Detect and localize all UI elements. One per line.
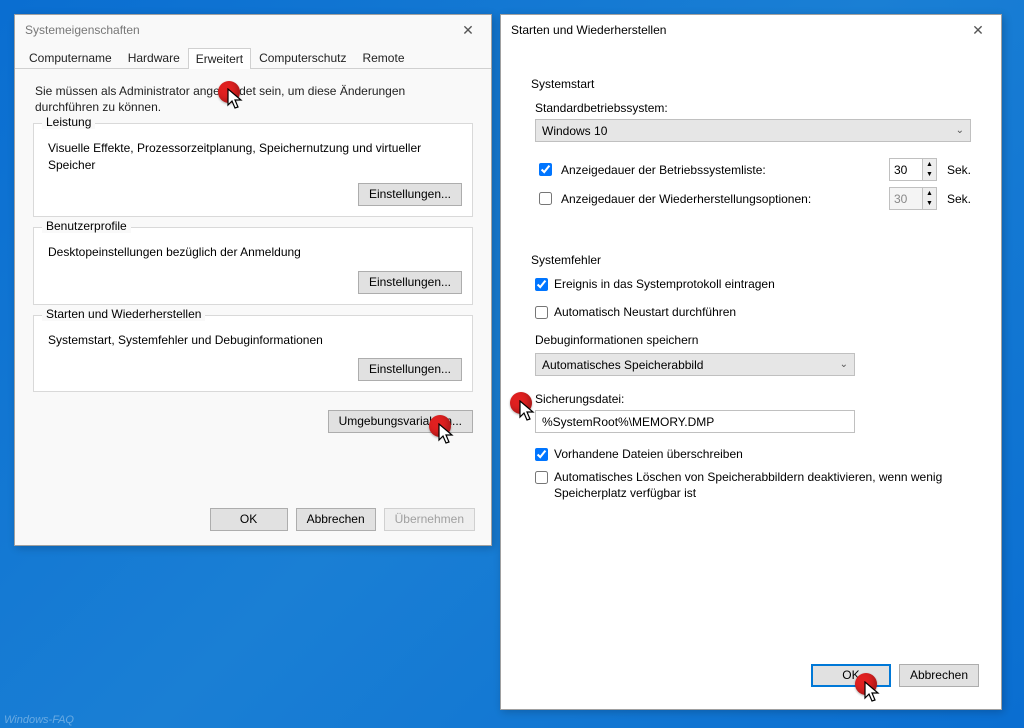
auto-delete-row[interactable]: Automatisches Löschen von Speicherabbild… — [535, 469, 971, 501]
spin-up-icon[interactable]: ▲ — [923, 159, 936, 170]
admin-note: Sie müssen als Administrator angemeldet … — [35, 83, 471, 115]
window-title: Starten und Wiederherstellen — [511, 23, 961, 37]
section-systemstart: Systemstart — [531, 77, 971, 91]
ok-button[interactable]: OK — [210, 508, 288, 531]
show-os-list-row[interactable]: Anzeigedauer der Betriebssystemliste: — [535, 160, 879, 179]
recovery-seconds-input — [890, 188, 922, 209]
seconds-label: Sek. — [947, 192, 971, 206]
auto-restart-label: Automatisch Neustart durchführen — [554, 305, 736, 319]
settings-button-starten[interactable]: Einstellungen... — [358, 358, 462, 381]
group-desc: Desktopeinstellungen bezüglich der Anmel… — [48, 244, 458, 261]
tab-erweitert[interactable]: Erweitert — [188, 48, 251, 69]
window-title: Systemeigenschaften — [25, 23, 451, 37]
apply-button: Übernehmen — [384, 508, 475, 531]
system-properties-window: Systemeigenschaften ✕ Computername Hardw… — [14, 14, 492, 546]
chevron-down-icon: ⌄ — [840, 359, 848, 370]
tabs: Computername Hardware Erweitert Computer… — [15, 45, 491, 69]
show-recovery-checkbox[interactable] — [539, 192, 552, 205]
cursor-icon — [864, 681, 882, 705]
group-label: Starten und Wiederherstellen — [42, 307, 205, 321]
auto-delete-checkbox[interactable] — [535, 471, 548, 484]
group-leistung: Leistung Visuelle Effekte, Prozessorzeit… — [33, 123, 473, 216]
cancel-button[interactable]: Abbrechen — [899, 664, 979, 687]
group-benutzerprofile: Benutzerprofile Desktopeinstellungen bez… — [33, 227, 473, 305]
tab-remote[interactable]: Remote — [354, 47, 412, 68]
close-icon[interactable]: ✕ — [961, 19, 995, 41]
dropdown-value: Windows 10 — [542, 124, 607, 138]
show-recovery-label: Anzeigedauer der Wiederherstellungsoptio… — [561, 192, 811, 206]
cursor-icon — [227, 88, 245, 112]
tab-panel-erweitert: Sie müssen als Administrator angemeldet … — [15, 69, 491, 443]
spin-up-icon: ▲ — [923, 188, 936, 199]
overwrite-label: Vorhandene Dateien überschreiben — [554, 447, 743, 461]
chevron-down-icon: ⌄ — [956, 125, 964, 136]
section-systemfehler: Systemfehler — [531, 253, 971, 267]
show-os-list-checkbox[interactable] — [539, 163, 552, 176]
os-list-seconds-spinner[interactable]: ▲▼ — [889, 158, 937, 181]
dialog-buttons: OK Abbrechen — [811, 664, 979, 687]
group-desc: Visuelle Effekte, Prozessorzeitplanung, … — [48, 140, 458, 172]
log-event-checkbox[interactable] — [535, 278, 548, 291]
auto-delete-label: Automatisches Löschen von Speicherabbild… — [554, 469, 971, 501]
tab-hardware[interactable]: Hardware — [120, 47, 188, 68]
close-icon[interactable]: ✕ — [451, 19, 485, 41]
overwrite-row[interactable]: Vorhandene Dateien überschreiben — [535, 447, 971, 461]
tab-computerschutz[interactable]: Computerschutz — [251, 47, 354, 68]
log-event-label: Ereignis in das Systemprotokoll eintrage… — [554, 277, 775, 291]
dropdown-value: Automatisches Speicherabbild — [542, 358, 703, 372]
overwrite-checkbox[interactable] — [535, 448, 548, 461]
dump-file-input[interactable] — [535, 410, 855, 433]
log-event-row[interactable]: Ereignis in das Systemprotokoll eintrage… — [535, 277, 971, 291]
cursor-icon — [519, 400, 537, 424]
group-desc: Systemstart, Systemfehler und Debuginfor… — [48, 332, 458, 349]
spin-down-icon: ▼ — [923, 199, 936, 210]
show-os-list-label: Anzeigedauer der Betriebssystemliste: — [561, 163, 766, 177]
settings-button-leistung[interactable]: Einstellungen... — [358, 183, 462, 206]
dialog-body: Systemstart Standardbetriebssystem: Wind… — [501, 45, 1001, 501]
group-starten-wiederherstellen: Starten und Wiederherstellen Systemstart… — [33, 315, 473, 393]
dialog-buttons: OK Abbrechen Übernehmen — [210, 508, 475, 531]
tab-computername[interactable]: Computername — [21, 47, 120, 68]
group-label: Leistung — [42, 115, 95, 129]
settings-button-benutzer[interactable]: Einstellungen... — [358, 271, 462, 294]
recovery-seconds-spinner: ▲▼ — [889, 187, 937, 210]
spin-down-icon[interactable]: ▼ — [923, 170, 936, 181]
cursor-icon — [438, 423, 456, 447]
watermark: Windows-FAQ — [4, 714, 74, 726]
cancel-button[interactable]: Abbrechen — [296, 508, 376, 531]
default-os-dropdown[interactable]: Windows 10 ⌄ — [535, 119, 971, 142]
group-label: Benutzerprofile — [42, 219, 131, 233]
dump-file-label: Sicherungsdatei: — [535, 392, 971, 406]
dump-type-dropdown[interactable]: Automatisches Speicherabbild ⌄ — [535, 353, 855, 376]
titlebar[interactable]: Systemeigenschaften ✕ — [15, 15, 491, 45]
default-os-label: Standardbetriebssystem: — [535, 101, 971, 115]
startup-recovery-window: Starten und Wiederherstellen ✕ Systemsta… — [500, 14, 1002, 710]
auto-restart-row[interactable]: Automatisch Neustart durchführen — [535, 305, 971, 319]
seconds-label: Sek. — [947, 163, 971, 177]
titlebar[interactable]: Starten und Wiederherstellen ✕ — [501, 15, 1001, 45]
auto-restart-checkbox[interactable] — [535, 306, 548, 319]
os-list-seconds-input[interactable] — [890, 159, 922, 180]
show-recovery-row[interactable]: Anzeigedauer der Wiederherstellungsoptio… — [535, 189, 879, 208]
debug-info-label: Debuginformationen speichern — [535, 333, 971, 347]
